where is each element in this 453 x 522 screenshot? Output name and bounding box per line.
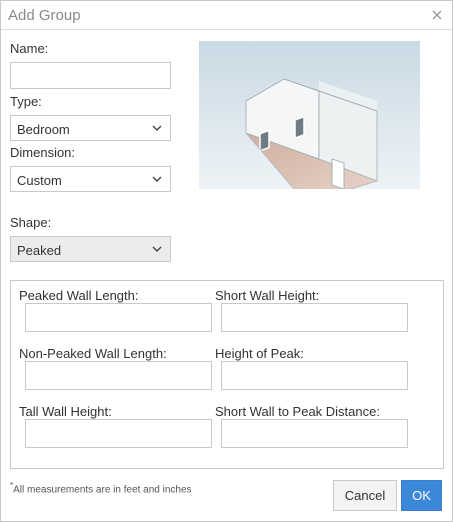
tall-wall-height-input[interactable]: [25, 419, 212, 448]
chevron-down-icon: [152, 125, 162, 131]
name-label: Name:: [10, 41, 49, 56]
height-of-peak-label: Height of Peak:: [215, 346, 304, 361]
short-wall-to-peak-input[interactable]: [221, 419, 408, 448]
shape-select-value: Peaked: [17, 243, 62, 258]
dialog-titlebar: Add Group: [1, 1, 452, 30]
ok-button[interactable]: OK: [401, 480, 442, 511]
close-icon[interactable]: [430, 8, 444, 22]
height-of-peak-input[interactable]: [221, 361, 408, 390]
add-group-dialog: Add Group Name: Type: Bedroom Dimension:…: [0, 0, 453, 522]
cancel-button[interactable]: Cancel: [333, 480, 397, 511]
shape-label: Shape:: [10, 215, 52, 230]
dimension-select[interactable]: Custom: [10, 166, 171, 192]
type-select-value: Bedroom: [17, 122, 70, 137]
short-wall-to-peak-label: Short Wall to Peak Distance:: [215, 404, 380, 419]
peaked-wall-length-label: Peaked Wall Length:: [19, 288, 139, 303]
chevron-down-icon: [152, 246, 162, 252]
peaked-room-illustration: [199, 41, 420, 189]
non-peaked-wall-length-label: Non-Peaked Wall Length:: [19, 346, 167, 361]
measurement-note: *All measurements are in feet and inches: [10, 481, 192, 495]
type-select[interactable]: Bedroom: [10, 115, 171, 141]
name-input[interactable]: [10, 62, 171, 89]
dimension-select-value: Custom: [17, 173, 62, 188]
non-peaked-wall-length-input[interactable]: [25, 361, 212, 390]
short-wall-height-label: Short Wall Height:: [215, 288, 320, 303]
shape-select[interactable]: Peaked: [10, 236, 171, 262]
tall-wall-height-label: Tall Wall Height:: [19, 404, 112, 419]
measurements-panel: Peaked Wall Length: Short Wall Height: N…: [10, 280, 444, 469]
dialog-title: Add Group: [8, 7, 81, 24]
peaked-wall-length-input[interactable]: [25, 303, 212, 332]
note-text: All measurements are in feet and inches: [13, 484, 192, 496]
dimension-label: Dimension:: [10, 145, 76, 160]
short-wall-height-input[interactable]: [221, 303, 408, 332]
chevron-down-icon: [152, 176, 162, 182]
type-label: Type:: [10, 94, 42, 109]
